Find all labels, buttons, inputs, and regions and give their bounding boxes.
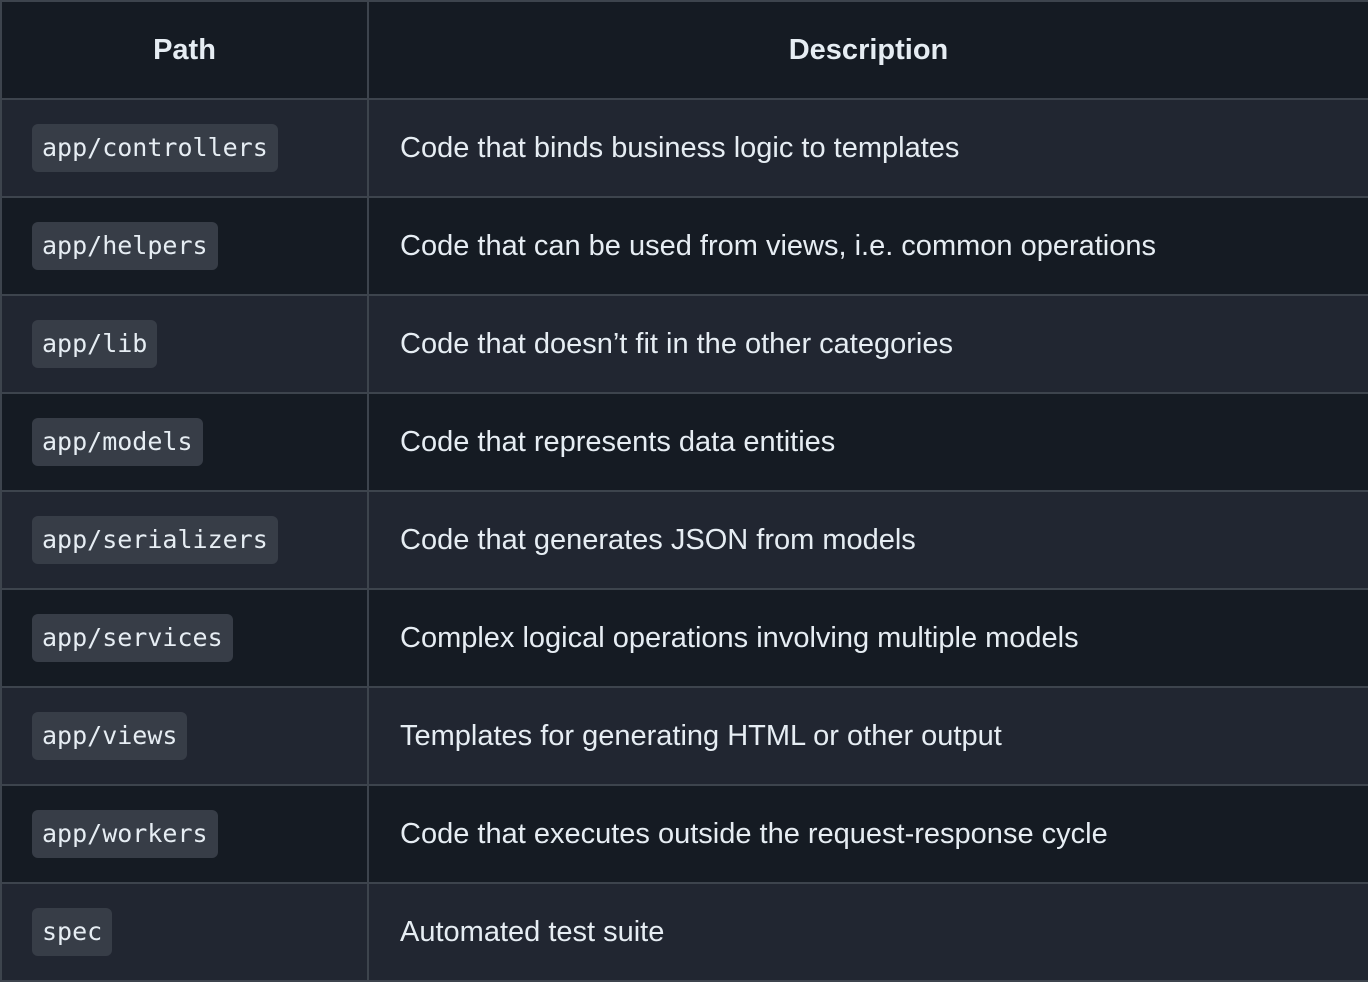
- description-cell: Code that generates JSON from models: [367, 490, 1368, 590]
- table-row: app/views Templates for generating HTML …: [0, 686, 1368, 786]
- description-cell: Complex logical operations involving mul…: [367, 588, 1368, 688]
- path-code: app/lib: [32, 320, 158, 368]
- path-cell: app/serializers: [0, 490, 369, 590]
- table-row: spec Automated test suite: [0, 882, 1368, 982]
- path-code: app/views: [32, 712, 188, 760]
- directory-structure-table: Path Description app/controllers Code th…: [0, 0, 1368, 982]
- path-cell: app/controllers: [0, 98, 369, 198]
- description-cell: Code that represents data entities: [367, 392, 1368, 492]
- table-row: app/serializers Code that generates JSON…: [0, 490, 1368, 590]
- path-cell: app/services: [0, 588, 369, 688]
- path-code: app/serializers: [32, 516, 278, 564]
- path-cell: spec: [0, 882, 369, 982]
- table-row: app/models Code that represents data ent…: [0, 392, 1368, 492]
- path-code: app/services: [32, 614, 233, 662]
- path-cell: app/views: [0, 686, 369, 786]
- path-code: app/workers: [32, 810, 218, 858]
- path-cell: app/models: [0, 392, 369, 492]
- path-cell: app/lib: [0, 294, 369, 394]
- table-row: app/workers Code that executes outside t…: [0, 784, 1368, 884]
- path-column-header: Path: [0, 0, 369, 100]
- path-cell: app/helpers: [0, 196, 369, 296]
- path-code: app/models: [32, 418, 203, 466]
- table-row: app/controllers Code that binds business…: [0, 98, 1368, 198]
- path-cell: app/workers: [0, 784, 369, 884]
- table-row: app/services Complex logical operations …: [0, 588, 1368, 688]
- description-cell: Code that binds business logic to templa…: [367, 98, 1368, 198]
- table-row: app/helpers Code that can be used from v…: [0, 196, 1368, 296]
- path-code: app/controllers: [32, 124, 278, 172]
- path-code: app/helpers: [32, 222, 218, 270]
- description-cell: Code that can be used from views, i.e. c…: [367, 196, 1368, 296]
- description-cell: Automated test suite: [367, 882, 1368, 982]
- table-row: app/lib Code that doesn’t fit in the oth…: [0, 294, 1368, 394]
- path-code: spec: [32, 908, 113, 956]
- description-cell: Code that doesn’t fit in the other categ…: [367, 294, 1368, 394]
- description-cell: Code that executes outside the request-r…: [367, 784, 1368, 884]
- description-cell: Templates for generating HTML or other o…: [367, 686, 1368, 786]
- description-column-header: Description: [367, 0, 1368, 100]
- table-header-row: Path Description: [0, 0, 1368, 100]
